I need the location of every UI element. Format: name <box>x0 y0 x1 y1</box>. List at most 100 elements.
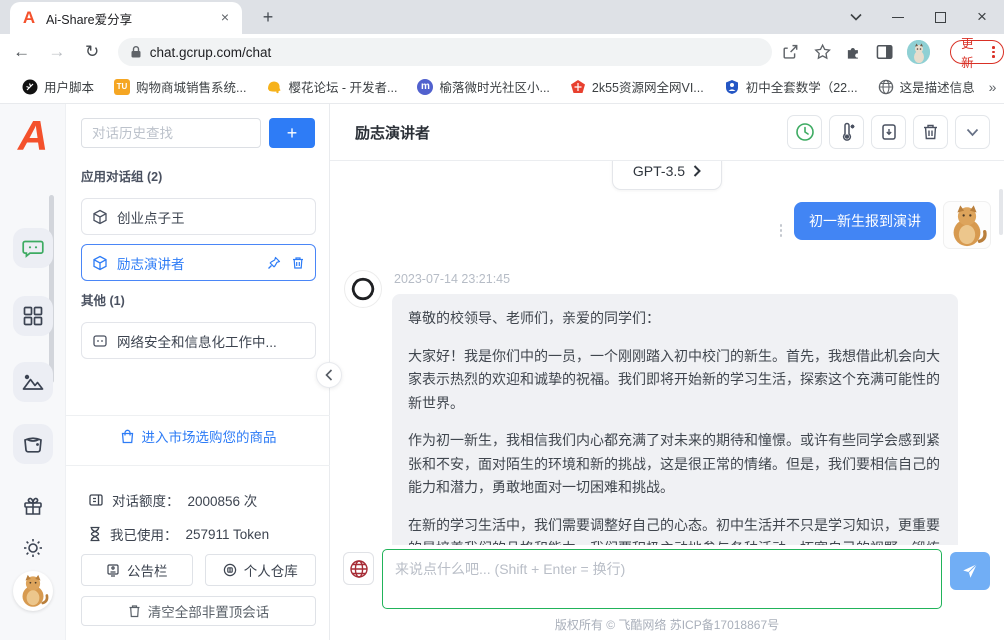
rail-scrollbar[interactable] <box>49 195 54 383</box>
user-message-bubble: 初一新生报到演讲 <box>794 202 936 240</box>
chevron-right-icon <box>693 165 701 177</box>
nav-rail: A <box>0 104 66 640</box>
back-button[interactable]: ← <box>8 38 35 66</box>
pin-icon[interactable] <box>267 256 281 270</box>
market-link-label: 进入市场选购您的商品 <box>142 426 277 446</box>
send-button[interactable] <box>950 552 990 590</box>
minimize-button[interactable] <box>890 9 906 25</box>
message-paragraph: 尊敬的校领导、老师们，亲爱的同学们： <box>408 307 942 331</box>
bookmark-item[interactable]: TU 购物商城销售系统... <box>108 74 252 99</box>
message-options-icon[interactable] <box>780 224 783 237</box>
save-session-button[interactable] <box>871 115 906 149</box>
group-section-label: 应用对话组 (2) <box>81 166 162 185</box>
other-section-label: 其他 (1) <box>81 290 125 309</box>
conversation-name: 励志演讲者 <box>117 253 267 273</box>
bookmark-item[interactable]: 用户脚本 <box>16 74 100 99</box>
model-selector[interactable]: GPT-3.5 <box>612 161 722 190</box>
conversation-item-selected[interactable]: 励志演讲者 <box>81 244 316 281</box>
bookmark-item[interactable]: 樱花论坛 - 开发者... <box>260 74 403 99</box>
nav-gift-icon[interactable] <box>13 486 53 526</box>
hourglass-icon <box>88 526 102 542</box>
nav-chat-icon[interactable] <box>13 228 53 268</box>
conversation-item[interactable]: 网络安全和信息化工作中... <box>81 322 316 359</box>
nav-apps-grid-icon[interactable] <box>13 296 53 336</box>
side-panel-icon[interactable] <box>876 43 893 61</box>
sakura-forum-icon <box>266 79 282 95</box>
reload-button[interactable]: ↻ <box>79 38 106 66</box>
message-timestamp: 2023-07-14 23:21:45 <box>394 272 958 286</box>
chevron-left-icon <box>325 369 333 381</box>
clear-sessions-button[interactable]: 清空全部非置顶会话 <box>81 596 316 626</box>
market-link[interactable]: 进入市场选购您的商品 <box>66 426 330 446</box>
browser-tab[interactable]: A Ai-Share爱分享 × <box>10 2 242 34</box>
bookmark-item[interactable]: 初中全套数学（22... <box>718 74 864 99</box>
thermometer-star-icon <box>837 122 857 142</box>
chat-main: 励志演讲者 GPT-3.5 <box>330 104 1004 640</box>
app-root: A + 应用对话组 (2) 创业点子 <box>0 104 1004 640</box>
site-favicon: A <box>20 9 38 27</box>
bookmark-star-icon[interactable] <box>814 43 831 61</box>
bookmark-item[interactable]: 这是描述信息 <box>872 74 981 99</box>
trash-icon <box>128 604 141 618</box>
composer <box>343 549 990 609</box>
assistant-message-bubble: 尊敬的校领导、老师们，亲爱的同学们： 大家好！我是你们中的一员，一个刚刚踏入初中… <box>392 294 958 545</box>
history-search-input[interactable] <box>81 118 261 148</box>
math-course-icon <box>724 79 740 95</box>
user-avatar <box>944 202 990 248</box>
message-list: GPT-3.5 初一新生报到演讲 2023-07-14 23:21:45 <box>330 161 1004 545</box>
community-icon: m <box>417 79 433 95</box>
usage-label: 我已使用： <box>110 524 178 544</box>
url-text: chat.gcrup.com/chat <box>150 45 272 60</box>
warehouse-icon <box>223 563 237 577</box>
bookmark-item[interactable]: m 榆落微时光社区小... <box>411 74 555 99</box>
history-button[interactable] <box>787 115 822 149</box>
user-avatar[interactable] <box>13 571 53 611</box>
nav-theme-sun-icon[interactable] <box>13 528 53 568</box>
tab-close-icon[interactable]: × <box>216 9 234 27</box>
nav-gallery-icon[interactable] <box>13 362 53 402</box>
app-cube-icon <box>92 209 108 225</box>
browser-menu-icon[interactable] <box>990 44 997 60</box>
bookmarks-bar: 用户脚本 TU 购物商城销售系统... 樱花论坛 - 开发者... m 榆落微时… <box>0 70 1004 104</box>
delete-chat-button[interactable] <box>913 115 948 149</box>
bookmarks-overflow-icon[interactable]: » <box>981 79 1004 95</box>
message-paragraph: 在新的学习生活中，我们需要调整好自己的心态。初中生活并不只是学习知识，更重要的是… <box>408 514 942 545</box>
address-bar[interactable]: chat.gcrup.com/chat <box>118 38 773 66</box>
message-paragraph: 大家好！我是你们中的一员，一个刚刚踏入初中校门的新生。首先，我想借此机会向大家表… <box>408 345 942 416</box>
quota-card-icon <box>88 492 104 508</box>
delete-conversation-icon[interactable] <box>291 256 305 270</box>
new-tab-button[interactable]: + <box>254 4 282 32</box>
maximize-button[interactable] <box>932 9 948 25</box>
user-message-row: 初一新生报到演讲 <box>344 202 990 248</box>
forward-button[interactable]: → <box>43 38 70 66</box>
conversation-name: 网络安全和信息化工作中... <box>117 331 305 351</box>
messages-scrollbar[interactable] <box>999 189 1003 235</box>
plugin-globe-button[interactable] <box>343 552 374 585</box>
save-card-icon <box>880 123 898 141</box>
globe-icon <box>878 79 894 95</box>
nav-photos-icon[interactable] <box>13 424 53 464</box>
temperature-button[interactable] <box>829 115 864 149</box>
browser-toolbar: ← → ↻ chat.gcrup.com/chat 更新 <box>0 34 1004 70</box>
announcement-icon <box>106 563 120 577</box>
chat-square-icon <box>92 333 108 349</box>
conversation-item[interactable]: 创业点子王 <box>81 198 316 235</box>
share-icon[interactable] <box>782 43 799 61</box>
close-button[interactable]: × <box>974 9 990 25</box>
new-conversation-button[interactable]: + <box>269 118 315 148</box>
announcement-button[interactable]: 公告栏 <box>81 554 193 586</box>
conversation-name: 创业点子王 <box>117 207 305 227</box>
model-name: GPT-3.5 <box>633 163 685 179</box>
message-input[interactable] <box>382 549 942 609</box>
tab-search-chevron-icon[interactable] <box>848 9 864 25</box>
warehouse-button[interactable]: 个人仓库 <box>205 554 317 586</box>
extensions-puzzle-icon[interactable] <box>845 43 862 61</box>
chat-title: 励志演讲者 <box>355 122 430 143</box>
conversation-panel: + 应用对话组 (2) 创业点子王 励志演讲者 其他 (1) 网络安全和信息化工… <box>66 104 330 640</box>
profile-avatar[interactable] <box>907 40 930 64</box>
more-actions-button[interactable] <box>955 115 990 149</box>
chrome-update-button[interactable]: 更新 <box>950 40 1004 64</box>
panel-divider <box>66 465 330 466</box>
bookmark-item[interactable]: 2k55资源网全网VI... <box>564 74 710 99</box>
collapse-panel-button[interactable] <box>316 362 342 388</box>
